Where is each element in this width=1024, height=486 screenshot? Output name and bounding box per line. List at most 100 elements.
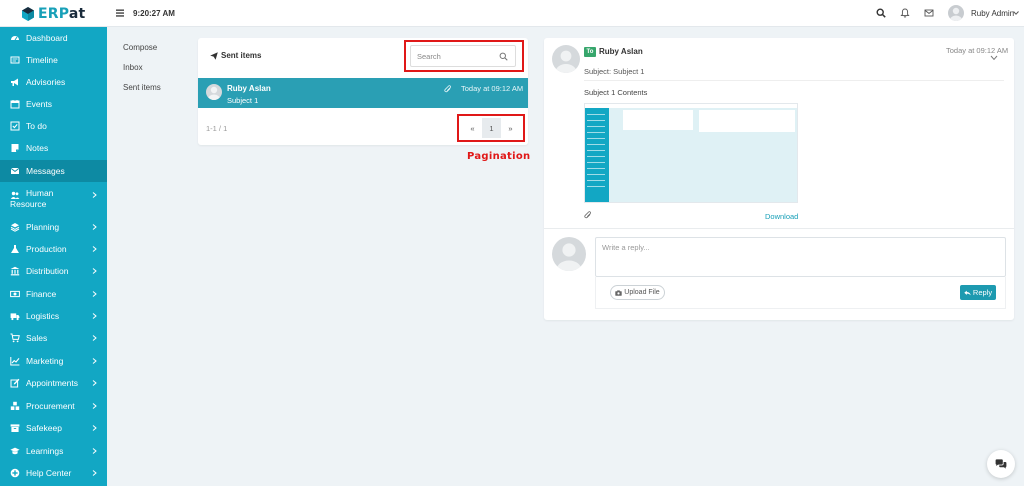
clock-display: 9:20:27 AM xyxy=(133,9,175,18)
subnav-sent-items[interactable]: Sent items xyxy=(123,83,161,92)
sidebar-item-distribution[interactable]: Distribution xyxy=(0,260,107,282)
sidebar-item-marketing[interactable]: Marketing xyxy=(0,350,107,372)
message-time: Today at 09:12 AM xyxy=(946,46,1009,55)
to-badge: To xyxy=(584,47,596,57)
calendar-icon xyxy=(10,100,20,109)
logo-text: ERPat xyxy=(38,5,86,22)
bell-icon[interactable] xyxy=(900,8,910,18)
chevron-right-icon xyxy=(92,425,97,431)
sidebar-item-learnings[interactable]: Learnings xyxy=(0,440,107,462)
checkbox-icon xyxy=(10,121,20,131)
camera-icon xyxy=(615,289,622,296)
chevron-right-icon xyxy=(92,192,97,198)
row-sender: Ruby Aslan xyxy=(227,84,271,93)
chevron-right-icon xyxy=(92,291,97,297)
messages-subnav: Compose Inbox Sent items xyxy=(107,27,189,486)
app-logo[interactable]: ERPat xyxy=(20,5,85,22)
flask-icon xyxy=(11,245,19,253)
sidebar-item-procurement[interactable]: Procurement xyxy=(0,395,107,417)
attachment-thumbnail[interactable] xyxy=(584,103,798,203)
chevron-right-icon xyxy=(92,246,97,252)
sidebar-item-advisories[interactable]: Advisories xyxy=(0,71,107,93)
chevron-down-icon[interactable] xyxy=(990,55,998,61)
chevron-right-icon xyxy=(92,470,97,476)
subnav-compose[interactable]: Compose xyxy=(123,43,157,52)
divider xyxy=(584,80,1004,81)
money-icon xyxy=(10,290,20,298)
message-detail-card: To Ruby Aslan Today at 09:12 AM Subject:… xyxy=(544,38,1014,320)
sidebar-item-events[interactable]: Events xyxy=(0,93,107,115)
message-body: Subject 1 Contents xyxy=(584,88,648,97)
hexagon-logo-icon xyxy=(22,6,34,21)
cubes-icon xyxy=(10,401,20,410)
chat-icon xyxy=(995,458,1007,469)
sidebar-item-todo[interactable]: To do xyxy=(0,115,107,137)
sidebar-item-timeline[interactable]: Timeline xyxy=(0,49,107,71)
mail-icon[interactable] xyxy=(924,8,934,18)
user-name[interactable]: Ruby Admin xyxy=(971,9,1014,18)
sidebar-item-production[interactable]: Production xyxy=(0,238,107,260)
subnav-inbox[interactable]: Inbox xyxy=(123,63,143,72)
search-highlight-box xyxy=(404,40,524,72)
chevron-right-icon xyxy=(92,380,97,386)
chevron-right-icon xyxy=(92,403,97,409)
graduation-icon xyxy=(10,447,20,455)
reply-toolbar: Upload File Reply xyxy=(595,277,1006,309)
sidebar-item-logistics[interactable]: Logistics xyxy=(0,305,107,327)
sidebar-item-dashboard[interactable]: Dashboard xyxy=(0,27,107,49)
reply-input[interactable] xyxy=(595,237,1006,277)
note-icon xyxy=(11,144,19,152)
list-title: Sent items xyxy=(210,51,261,60)
menu-toggle-icon[interactable] xyxy=(116,9,124,17)
sidebar-item-help-center[interactable]: Help Center xyxy=(0,462,107,484)
layers-icon xyxy=(10,223,20,232)
sidebar-item-safekeep[interactable]: Safekeep xyxy=(0,417,107,439)
pagination-highlight-box xyxy=(457,114,525,142)
reply-icon xyxy=(964,290,971,295)
archive-icon xyxy=(10,424,20,432)
row-time: Today at 09:12 AM xyxy=(461,84,524,93)
bank-icon xyxy=(10,266,20,276)
sidebar: Dashboard Timeline Advisories Events To … xyxy=(0,27,107,486)
bullhorn-icon xyxy=(11,78,18,86)
chevron-right-icon xyxy=(92,224,97,230)
search-icon[interactable] xyxy=(876,8,886,18)
dashboard-icon xyxy=(11,36,19,41)
sidebar-item-sales[interactable]: Sales xyxy=(0,327,107,349)
cart-icon xyxy=(10,333,20,343)
plus-circle-icon xyxy=(10,468,20,478)
message-subject: Subject: Subject 1 xyxy=(584,67,645,76)
chevron-right-icon xyxy=(92,448,97,454)
avatar xyxy=(552,237,586,271)
chevron-right-icon xyxy=(92,335,97,341)
sidebar-item-planning[interactable]: Planning xyxy=(0,216,107,238)
chevron-right-icon xyxy=(92,268,97,274)
sidebar-item-notes[interactable]: Notes xyxy=(0,137,107,159)
pagination-annotation-label: Pagination xyxy=(467,151,531,162)
chart-icon xyxy=(10,357,20,366)
avatar xyxy=(552,45,580,73)
sidebar-item-messages[interactable]: Messages xyxy=(0,160,107,182)
chat-button[interactable] xyxy=(987,450,1015,478)
avatar xyxy=(206,84,222,100)
sidebar-item-finance[interactable]: Finance xyxy=(0,283,107,305)
avatar[interactable] xyxy=(948,5,964,21)
row-subject: Subject 1 xyxy=(227,96,259,105)
reply-button[interactable]: Reply xyxy=(960,285,996,300)
sidebar-item-appointments[interactable]: Appointments xyxy=(0,372,107,394)
paper-plane-icon xyxy=(210,51,218,60)
upload-file-button[interactable]: Upload File xyxy=(610,285,665,300)
pagination-range: 1-1 / 1 xyxy=(206,124,228,133)
divider xyxy=(544,228,1014,229)
chevron-down-icon[interactable] xyxy=(1013,11,1019,15)
timeline-icon xyxy=(10,56,20,64)
download-link[interactable]: Download xyxy=(765,212,798,221)
top-bar: ERPat 9:20:27 AM Ruby Admin xyxy=(0,0,1024,27)
envelope-icon xyxy=(10,168,20,174)
paperclip-icon xyxy=(444,85,451,93)
chevron-right-icon xyxy=(92,358,97,364)
paperclip-icon xyxy=(584,211,591,219)
truck-icon xyxy=(10,313,20,321)
sidebar-item-human-resource[interactable]: Human Resource xyxy=(0,184,107,214)
table-row[interactable]: Ruby Aslan Subject 1 Today at 09:12 AM xyxy=(198,78,528,108)
